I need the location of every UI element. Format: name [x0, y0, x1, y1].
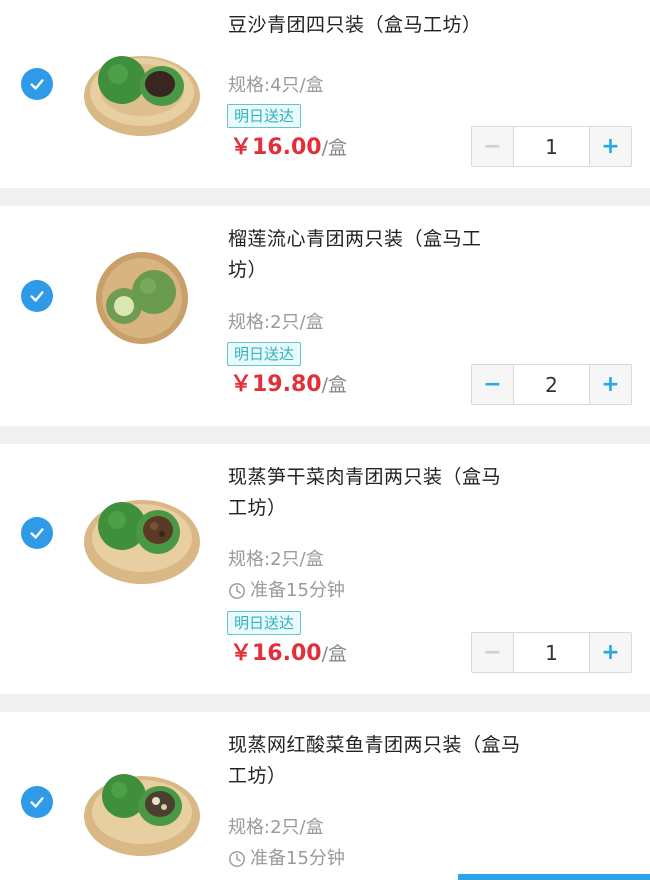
product-spec: 规格:2只/盒: [228, 549, 324, 570]
quantity-value[interactable]: 2: [514, 365, 589, 404]
item-checkbox[interactable]: [21, 786, 53, 818]
product-image[interactable]: [82, 744, 202, 864]
item-checkbox[interactable]: [21, 68, 53, 100]
increase-button[interactable]: +: [589, 633, 631, 672]
checkout-bar-edge[interactable]: [458, 874, 650, 880]
product-image[interactable]: [82, 24, 202, 144]
product-spec: 规格:4只/盒: [228, 75, 324, 96]
decrease-button[interactable]: −: [472, 633, 514, 672]
product-price: ￥19.80: [230, 372, 322, 397]
delivery-badge: 明日送达: [227, 104, 302, 128]
cart-item: 现蒸网红酸菜鱼青团两只装（盒马工坊） 规格:2只/盒 准备15分钟: [0, 712, 650, 880]
check-icon: [30, 79, 44, 90]
product-title[interactable]: 现蒸网红酸菜鱼青团两只装（盒马工坊）: [228, 730, 538, 792]
check-icon: [30, 797, 44, 808]
check-icon: [30, 291, 44, 302]
decrease-button[interactable]: −: [472, 127, 514, 166]
price-row: ￥16.00/盒: [230, 639, 347, 670]
increase-button[interactable]: +: [589, 127, 631, 166]
cart-item: 现蒸笋干菜肉青团两只装（盒马工坊） 规格:2只/盒 准备15分钟 明日送达 ￥1…: [0, 444, 650, 694]
product-title[interactable]: 榴莲流心青团两只装（盒马工坊）: [228, 224, 496, 286]
price-unit: /盒: [321, 137, 347, 159]
price-unit: /盒: [321, 374, 347, 396]
prep-time-text: 准备15分钟: [250, 580, 345, 601]
price-unit: /盒: [321, 643, 347, 665]
product-title[interactable]: 豆沙青团四只装（盒马工坊）: [228, 10, 528, 41]
cart-item: 豆沙青团四只装（盒马工坊） 规格:4只/盒 明日送达 ￥16.00/盒 − 1 …: [0, 0, 650, 188]
quantity-value[interactable]: 1: [514, 127, 589, 166]
product-spec: 规格:2只/盒: [228, 817, 324, 838]
cart-item: 榴莲流心青团两只装（盒马工坊） 规格:2只/盒 明日送达 ￥19.80/盒 − …: [0, 206, 650, 426]
item-checkbox[interactable]: [21, 280, 53, 312]
product-image[interactable]: [82, 238, 202, 358]
delivery-badge: 明日送达: [227, 611, 302, 635]
product-spec: 规格:2只/盒: [228, 312, 324, 333]
quantity-value[interactable]: 1: [514, 633, 589, 672]
quantity-stepper: − 1 +: [471, 126, 632, 167]
price-row: ￥19.80/盒: [230, 370, 347, 401]
decrease-button[interactable]: −: [472, 365, 514, 404]
product-title[interactable]: 现蒸笋干菜肉青团两只装（盒马工坊）: [228, 462, 518, 524]
clock-icon: [228, 850, 246, 868]
clock-icon: [228, 582, 246, 600]
product-price: ￥16.00: [230, 641, 322, 666]
product-price: ￥16.00: [230, 135, 322, 160]
delivery-badge: 明日送达: [227, 342, 302, 366]
item-checkbox[interactable]: [21, 517, 53, 549]
quantity-stepper: − 1 +: [471, 632, 632, 673]
prep-time: 准备15分钟: [228, 579, 345, 603]
check-icon: [30, 528, 44, 539]
prep-time-text: 准备15分钟: [250, 848, 345, 869]
increase-button[interactable]: +: [589, 365, 631, 404]
product-image[interactable]: [82, 470, 202, 590]
price-row: ￥16.00/盒: [230, 133, 347, 164]
prep-time: 准备15分钟: [228, 847, 345, 871]
quantity-stepper: − 2 +: [471, 364, 632, 405]
